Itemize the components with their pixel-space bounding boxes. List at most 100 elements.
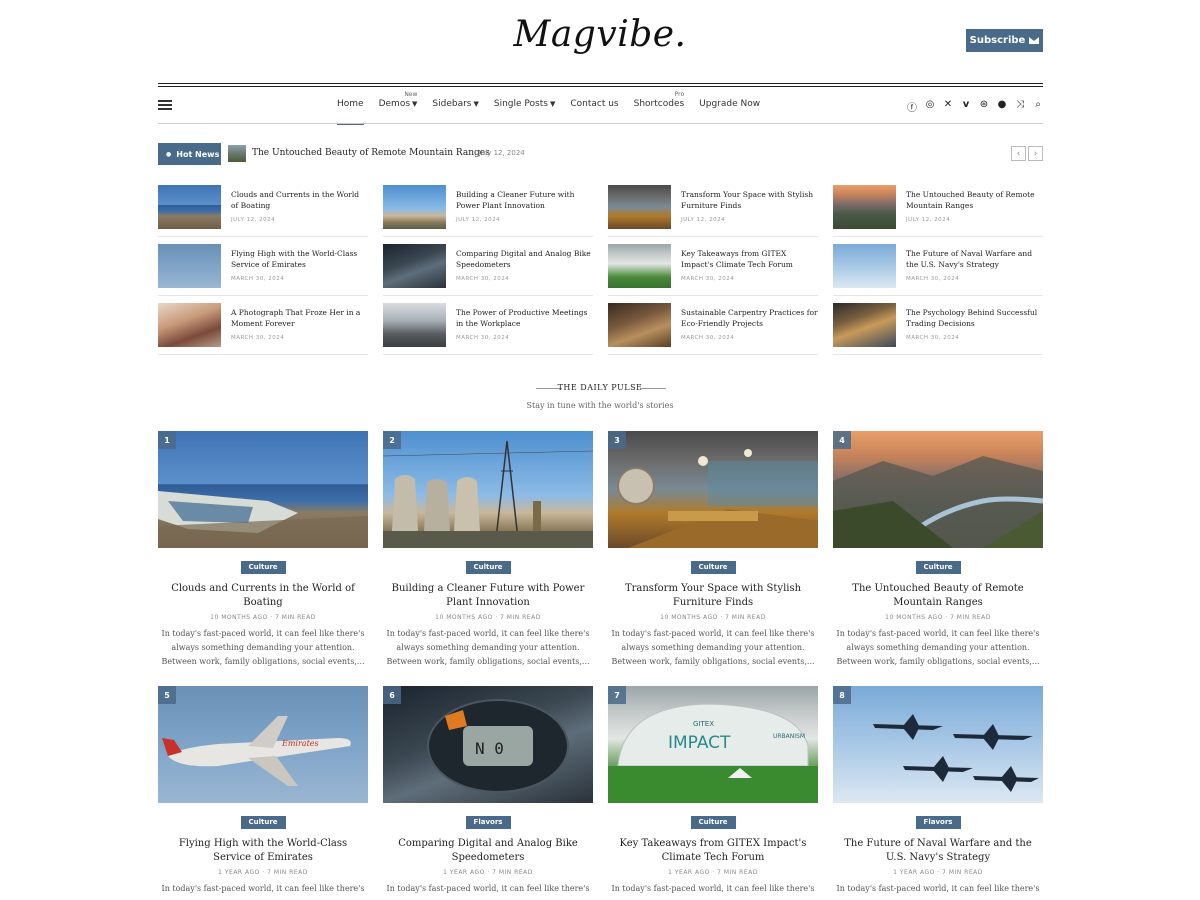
category-badge[interactable]: Flavors bbox=[915, 816, 961, 829]
post-date: MARCH 30, 2024 bbox=[681, 276, 735, 282]
post-title[interactable]: Transform Your Space with Stylish Furnit… bbox=[608, 582, 818, 609]
post-card: 3 Culture Transform Your Space with Styl… bbox=[608, 431, 818, 668]
post-title[interactable]: The Untouched Beauty of Remote Mountain … bbox=[833, 582, 1043, 609]
small-post-card[interactable]: Transform Your Space with Stylish Furnit… bbox=[608, 185, 818, 237]
nav-divider bbox=[158, 123, 1043, 124]
vimeo-icon[interactable]: v bbox=[960, 99, 972, 114]
post-title[interactable]: Flying High with the World-Class Service… bbox=[231, 248, 368, 270]
post-image[interactable]: 3 bbox=[608, 431, 818, 548]
post-thumbnail[interactable] bbox=[833, 244, 896, 288]
post-image[interactable]: 1 bbox=[158, 431, 368, 548]
post-title[interactable]: Building a Cleaner Future with Power Pla… bbox=[456, 189, 593, 211]
post-thumbnail[interactable] bbox=[833, 185, 896, 229]
post-title[interactable]: The Power of Productive Meetings in the … bbox=[456, 307, 593, 329]
small-post-card[interactable]: Sustainable Carpentry Practices for Eco-… bbox=[608, 303, 818, 355]
post-thumbnail[interactable] bbox=[383, 185, 446, 229]
category-badge[interactable]: Culture bbox=[240, 816, 286, 829]
hot-news-title[interactable]: The Untouched Beauty of Remote Mountain … bbox=[252, 148, 490, 158]
subscribe-button[interactable]: Subscribe bbox=[966, 29, 1043, 52]
post-date: MARCH 30, 2024 bbox=[231, 335, 285, 341]
category-badge[interactable]: Culture bbox=[690, 561, 736, 574]
nav-item-single-posts[interactable]: Single Posts ▼ bbox=[494, 99, 555, 109]
nav-item-contact[interactable]: Contact us bbox=[570, 99, 618, 109]
post-title[interactable]: Clouds and Currents in the World of Boat… bbox=[158, 582, 368, 609]
post-image[interactable]: N 0 6 bbox=[383, 686, 593, 803]
category-badge[interactable]: Culture bbox=[465, 561, 511, 574]
category-badge[interactable]: Culture bbox=[690, 816, 736, 829]
category-badge[interactable]: Culture bbox=[240, 561, 286, 574]
small-post-card[interactable]: Building a Cleaner Future with Power Pla… bbox=[383, 185, 593, 237]
post-title[interactable]: A Photograph That Froze Her in a Moment … bbox=[231, 307, 368, 329]
post-image[interactable]: 2 bbox=[383, 431, 593, 548]
github-icon[interactable]: ● bbox=[996, 99, 1008, 114]
post-image[interactable]: 8 bbox=[833, 686, 1043, 803]
post-date: MARCH 30, 2024 bbox=[681, 335, 735, 341]
dribbble-icon[interactable]: ⊛ bbox=[978, 99, 990, 114]
post-title[interactable]: The Untouched Beauty of Remote Mountain … bbox=[906, 189, 1043, 211]
small-post-card[interactable]: The Power of Productive Meetings in the … bbox=[383, 303, 593, 355]
post-title[interactable]: Sustainable Carpentry Practices for Eco-… bbox=[681, 307, 818, 329]
post-thumbnail[interactable] bbox=[158, 185, 221, 229]
post-title[interactable]: Comparing Digital and Analog Bike Speedo… bbox=[383, 837, 593, 864]
nav-item-sidebars[interactable]: Sidebars ▼ bbox=[432, 99, 478, 109]
post-card: 8 Flavors The Future of Naval Warfare an… bbox=[833, 686, 1043, 896]
post-thumbnail[interactable] bbox=[158, 244, 221, 288]
small-post-card[interactable]: Comparing Digital and Analog Bike Speedo… bbox=[383, 244, 593, 296]
post-image[interactable]: GITEX IMPACT URBANISM 7 bbox=[608, 686, 818, 803]
post-title[interactable]: Building a Cleaner Future with Power Pla… bbox=[383, 582, 593, 609]
next-arrow-button[interactable]: › bbox=[1028, 146, 1043, 161]
hot-news-label: Hot News bbox=[176, 149, 220, 159]
nav-item-upgrade[interactable]: Upgrade Now bbox=[699, 99, 760, 109]
post-title[interactable]: The Psychology Behind Successful Trading… bbox=[906, 307, 1043, 329]
post-date: MARCH 30, 2024 bbox=[906, 276, 960, 282]
nav-badge: New bbox=[404, 91, 418, 98]
small-post-card[interactable]: Flying High with the World-Class Service… bbox=[158, 244, 368, 296]
nav-item-home[interactable]: Home bbox=[337, 99, 364, 125]
post-card: GITEX IMPACT URBANISM 7 Culture Key Take… bbox=[608, 686, 818, 896]
nav-label: Demos bbox=[378, 99, 411, 109]
post-image[interactable]: 4 bbox=[833, 431, 1043, 548]
social-links: ⓕ ◎ ✕ v ⊛ ● ⤨ ⌕ bbox=[906, 99, 1044, 114]
instagram-icon[interactable]: ◎ bbox=[924, 99, 936, 114]
post-thumbnail[interactable] bbox=[383, 303, 446, 347]
small-post-card[interactable]: Key Takeaways from GITEX Impact's Climat… bbox=[608, 244, 818, 296]
post-meta: 1 YEAR AGO · 7 MIN READ bbox=[218, 869, 308, 876]
category-badge[interactable]: Flavors bbox=[465, 816, 511, 829]
post-title[interactable]: Key Takeaways from GITEX Impact's Climat… bbox=[608, 837, 818, 864]
nav-item-demos[interactable]: New Demos ▼ bbox=[378, 91, 418, 109]
post-thumbnail[interactable] bbox=[608, 185, 671, 229]
post-card: 1 Culture Clouds and Currents in the Wor… bbox=[158, 431, 368, 668]
header-divider bbox=[158, 86, 1043, 87]
post-thumbnail[interactable] bbox=[833, 303, 896, 347]
small-post-card[interactable]: A Photograph That Froze Her in a Moment … bbox=[158, 303, 368, 355]
post-title[interactable]: The Future of Naval Warfare and the U.S.… bbox=[906, 248, 1043, 270]
hot-news-thumbnail[interactable] bbox=[228, 145, 246, 162]
post-title[interactable]: Comparing Digital and Analog Bike Speedo… bbox=[456, 248, 593, 270]
post-title[interactable]: Flying High with the World-Class Service… bbox=[158, 837, 368, 864]
post-thumbnail[interactable] bbox=[608, 244, 671, 288]
search-icon[interactable]: ⌕ bbox=[1032, 99, 1044, 114]
plane-livery-text: Emirates bbox=[281, 739, 319, 748]
menu-icon[interactable] bbox=[158, 100, 172, 110]
small-post-card[interactable]: The Future of Naval Warfare and the U.S.… bbox=[833, 244, 1043, 296]
post-title[interactable]: Transform Your Space with Stylish Furnit… bbox=[681, 189, 818, 211]
shuffle-icon[interactable]: ⤨ bbox=[1014, 99, 1026, 114]
post-thumbnail[interactable] bbox=[158, 303, 221, 347]
post-image[interactable]: Emirates 5 bbox=[158, 686, 368, 803]
post-thumbnail[interactable] bbox=[383, 244, 446, 288]
x-icon[interactable]: ✕ bbox=[942, 99, 954, 114]
post-date: JULY 12, 2024 bbox=[681, 217, 726, 223]
post-title[interactable]: The Future of Naval Warfare and the U.S.… bbox=[833, 837, 1043, 864]
facebook-icon[interactable]: ⓕ bbox=[906, 99, 918, 114]
small-post-card[interactable]: Clouds and Currents in the World of Boat… bbox=[158, 185, 368, 237]
prev-arrow-button[interactable]: ‹ bbox=[1011, 146, 1026, 161]
post-title[interactable]: Key Takeaways from GITEX Impact's Climat… bbox=[681, 248, 818, 270]
post-title[interactable]: Clouds and Currents in the World of Boat… bbox=[231, 189, 368, 211]
nav-label: Home bbox=[337, 99, 364, 109]
small-post-card[interactable]: The Untouched Beauty of Remote Mountain … bbox=[833, 185, 1043, 237]
nav-item-shortcodes[interactable]: Pro Shortcodes bbox=[634, 91, 685, 109]
post-thumbnail[interactable] bbox=[608, 303, 671, 347]
category-badge[interactable]: Culture bbox=[915, 561, 961, 574]
post-meta: 1 YEAR AGO · 7 MIN READ bbox=[893, 869, 983, 876]
small-post-card[interactable]: The Psychology Behind Successful Trading… bbox=[833, 303, 1043, 355]
